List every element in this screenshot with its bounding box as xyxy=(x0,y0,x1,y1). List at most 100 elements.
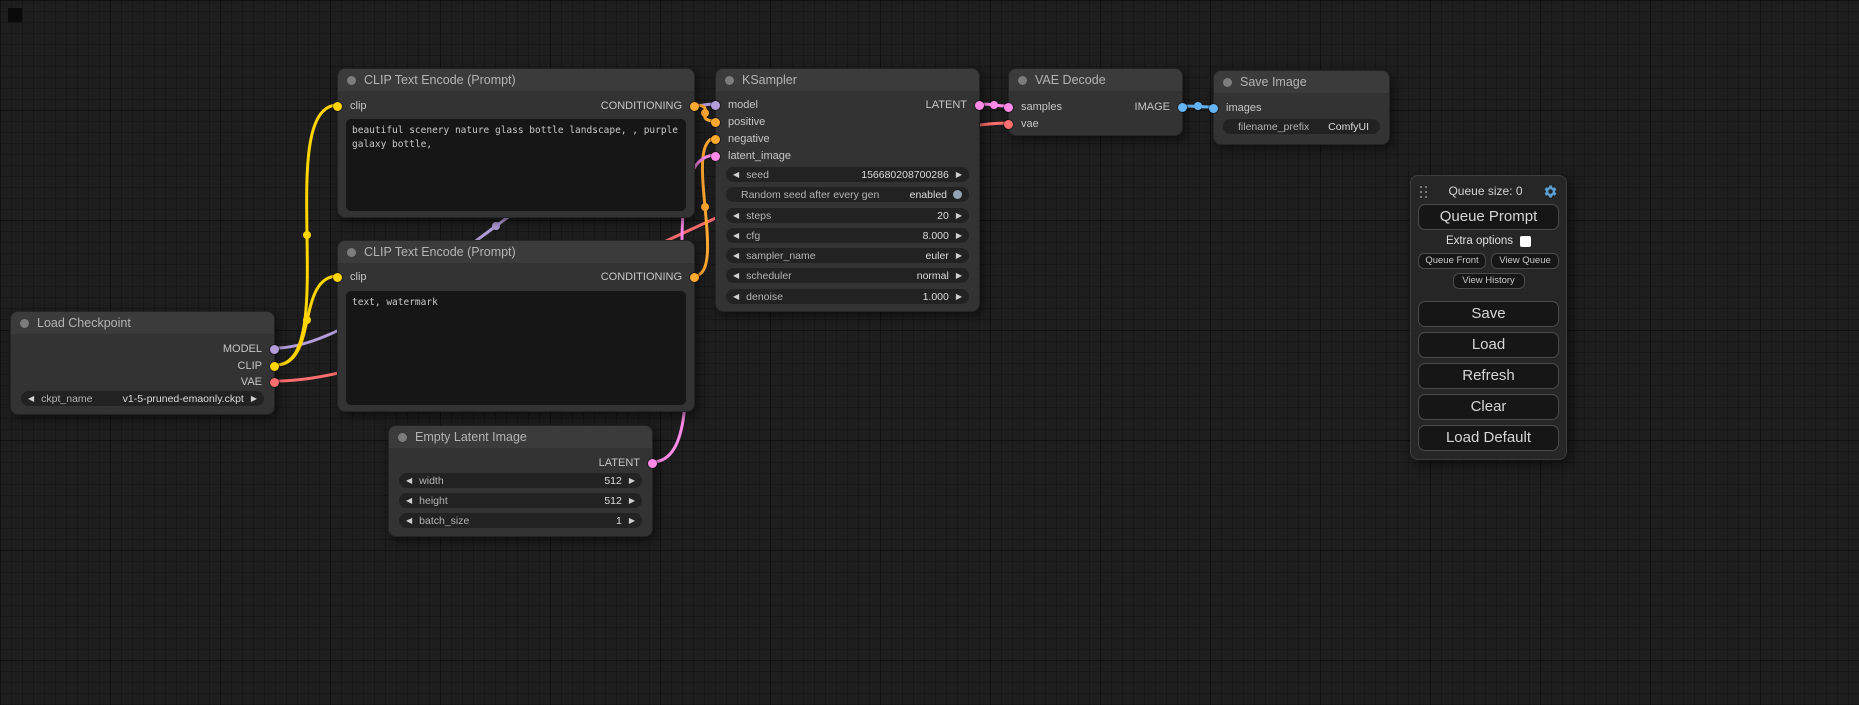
load-button[interactable]: Load xyxy=(1418,332,1559,358)
input-slot-vae: vae xyxy=(1004,117,1047,131)
node-title: Save Image xyxy=(1240,75,1307,89)
collapse-dot-icon[interactable] xyxy=(725,76,734,85)
toggle-indicator-icon[interactable] xyxy=(953,190,962,199)
decrement-arrow-icon[interactable]: ◀ xyxy=(733,252,739,260)
clear-button[interactable]: Clear xyxy=(1418,394,1559,420)
width-widget[interactable]: ◀ width 512 ▶ xyxy=(399,473,642,488)
decrement-arrow-icon[interactable]: ◀ xyxy=(406,517,412,525)
input-dot-samples[interactable] xyxy=(1004,103,1013,112)
collapse-dot-icon[interactable] xyxy=(20,319,29,328)
output-dot-image[interactable] xyxy=(1178,103,1187,112)
increment-arrow-icon[interactable]: ▶ xyxy=(251,395,257,403)
node-clip-text-encode-negative[interactable]: CLIP Text Encode (Prompt) clip CONDITION… xyxy=(337,240,695,412)
input-dot-vae[interactable] xyxy=(1004,120,1013,129)
slot-label: positive xyxy=(728,116,765,128)
wire-midpoint-dot xyxy=(1194,102,1202,110)
save-button[interactable]: Save xyxy=(1418,301,1559,327)
increment-arrow-icon[interactable]: ▶ xyxy=(956,171,962,179)
node-title-bar[interactable]: CLIP Text Encode (Prompt) xyxy=(338,69,694,91)
node-graph-canvas[interactable]: Load Checkpoint MODEL CLIP VAE ◀ ckpt_na… xyxy=(0,0,1859,705)
collapse-dot-icon[interactable] xyxy=(1223,78,1232,87)
node-clip-text-encode-positive[interactable]: CLIP Text Encode (Prompt) clip CONDITION… xyxy=(337,68,695,218)
node-save-image[interactable]: Save Image images filename_prefix ComfyU… xyxy=(1213,70,1390,145)
input-dot-clip[interactable] xyxy=(333,273,342,282)
decrement-arrow-icon[interactable]: ◀ xyxy=(28,395,34,403)
queue-size-label: Queue size: 0 xyxy=(1428,184,1543,198)
widget-label: seed xyxy=(746,169,769,181)
node-empty-latent-image[interactable]: Empty Latent Image LATENT ◀ width 512 ▶ … xyxy=(388,425,653,537)
output-dot-conditioning[interactable] xyxy=(690,102,699,111)
collapse-dot-icon[interactable] xyxy=(347,248,356,257)
filename-prefix-widget[interactable]: filename_prefix ComfyUI xyxy=(1223,119,1380,134)
node-title: KSampler xyxy=(742,73,797,87)
sampler-name-widget[interactable]: ◀ sampler_name euler ▶ xyxy=(726,248,969,263)
widget-label: filename_prefix xyxy=(1238,121,1309,133)
decrement-arrow-icon[interactable]: ◀ xyxy=(733,293,739,301)
increment-arrow-icon[interactable]: ▶ xyxy=(956,232,962,240)
node-title-bar[interactable]: KSampler xyxy=(716,69,979,91)
prompt-textarea[interactable]: beautiful scenery nature glass bottle la… xyxy=(346,119,686,211)
prompt-textarea[interactable]: text, watermark xyxy=(346,291,686,405)
increment-arrow-icon[interactable]: ▶ xyxy=(956,212,962,220)
decrement-arrow-icon[interactable]: ◀ xyxy=(733,232,739,240)
decrement-arrow-icon[interactable]: ◀ xyxy=(733,171,739,179)
decrement-arrow-icon[interactable]: ◀ xyxy=(733,272,739,280)
steps-widget[interactable]: ◀ steps 20 ▶ xyxy=(726,208,969,223)
slot-label: negative xyxy=(728,133,770,145)
input-dot-clip[interactable] xyxy=(333,102,342,111)
widget-label: width xyxy=(419,475,444,487)
scheduler-widget[interactable]: ◀ scheduler normal ▶ xyxy=(726,268,969,283)
increment-arrow-icon[interactable]: ▶ xyxy=(629,517,635,525)
queue-front-button[interactable]: Queue Front xyxy=(1418,253,1486,269)
output-dot-clip[interactable] xyxy=(270,362,279,371)
cfg-widget[interactable]: ◀ cfg 8.000 ▶ xyxy=(726,228,969,243)
node-title-bar[interactable]: Save Image xyxy=(1214,71,1389,93)
node-ksampler[interactable]: KSampler model positive negative latent_… xyxy=(715,68,980,312)
increment-arrow-icon[interactable]: ▶ xyxy=(629,477,635,485)
input-dot-images[interactable] xyxy=(1209,104,1218,113)
decrement-arrow-icon[interactable]: ◀ xyxy=(733,212,739,220)
refresh-button[interactable]: Refresh xyxy=(1418,363,1559,389)
output-dot-model[interactable] xyxy=(270,345,279,354)
increment-arrow-icon[interactable]: ▶ xyxy=(956,272,962,280)
node-title-bar[interactable]: CLIP Text Encode (Prompt) xyxy=(338,241,694,263)
node-title-bar[interactable]: Empty Latent Image xyxy=(389,426,652,448)
extra-options-checkbox[interactable] xyxy=(1520,236,1531,247)
widget-value: enabled xyxy=(910,189,947,201)
node-title-bar[interactable]: Load Checkpoint xyxy=(11,312,274,334)
collapse-dot-icon[interactable] xyxy=(1018,76,1027,85)
ckpt-name-widget[interactable]: ◀ ckpt_name v1-5-pruned-emaonly.ckpt ▶ xyxy=(21,391,264,406)
output-dot-latent[interactable] xyxy=(975,101,984,110)
queue-prompt-button[interactable]: Queue Prompt xyxy=(1418,204,1559,230)
height-widget[interactable]: ◀ height 512 ▶ xyxy=(399,493,642,508)
output-dot-vae[interactable] xyxy=(270,378,279,387)
node-load-checkpoint[interactable]: Load Checkpoint MODEL CLIP VAE ◀ ckpt_na… xyxy=(10,311,275,415)
wire-midpoint-dot xyxy=(990,101,998,109)
seed-widget[interactable]: ◀ seed 156680208700286 ▶ xyxy=(726,167,969,182)
view-queue-button[interactable]: View Queue xyxy=(1491,253,1559,269)
increment-arrow-icon[interactable]: ▶ xyxy=(629,497,635,505)
input-dot-model[interactable] xyxy=(711,101,720,110)
increment-arrow-icon[interactable]: ▶ xyxy=(956,293,962,301)
batch-size-widget[interactable]: ◀ batch_size 1 ▶ xyxy=(399,513,642,528)
collapse-dot-icon[interactable] xyxy=(347,76,356,85)
denoise-widget[interactable]: ◀ denoise 1.000 ▶ xyxy=(726,289,969,304)
input-dot-positive[interactable] xyxy=(711,118,720,127)
decrement-arrow-icon[interactable]: ◀ xyxy=(406,477,412,485)
decrement-arrow-icon[interactable]: ◀ xyxy=(406,497,412,505)
settings-gear-icon[interactable] xyxy=(1543,184,1558,199)
node-title-bar[interactable]: VAE Decode xyxy=(1009,69,1182,91)
input-dot-latent-image[interactable] xyxy=(711,152,720,161)
output-dot-latent[interactable] xyxy=(648,459,657,468)
drag-handle-icon[interactable] xyxy=(1419,185,1428,198)
random-seed-toggle-widget[interactable]: Random seed after every gen enabled xyxy=(726,187,969,202)
node-vae-decode[interactable]: VAE Decode samples vae IMAGE xyxy=(1008,68,1183,136)
collapse-dot-icon[interactable] xyxy=(398,433,407,442)
load-default-button[interactable]: Load Default xyxy=(1418,425,1559,451)
input-dot-negative[interactable] xyxy=(711,135,720,144)
output-dot-conditioning[interactable] xyxy=(690,273,699,282)
increment-arrow-icon[interactable]: ▶ xyxy=(956,252,962,260)
view-history-button[interactable]: View History xyxy=(1453,273,1525,289)
wire-midpoint-dot xyxy=(492,222,500,230)
output-slot-latent: LATENT xyxy=(591,456,657,470)
